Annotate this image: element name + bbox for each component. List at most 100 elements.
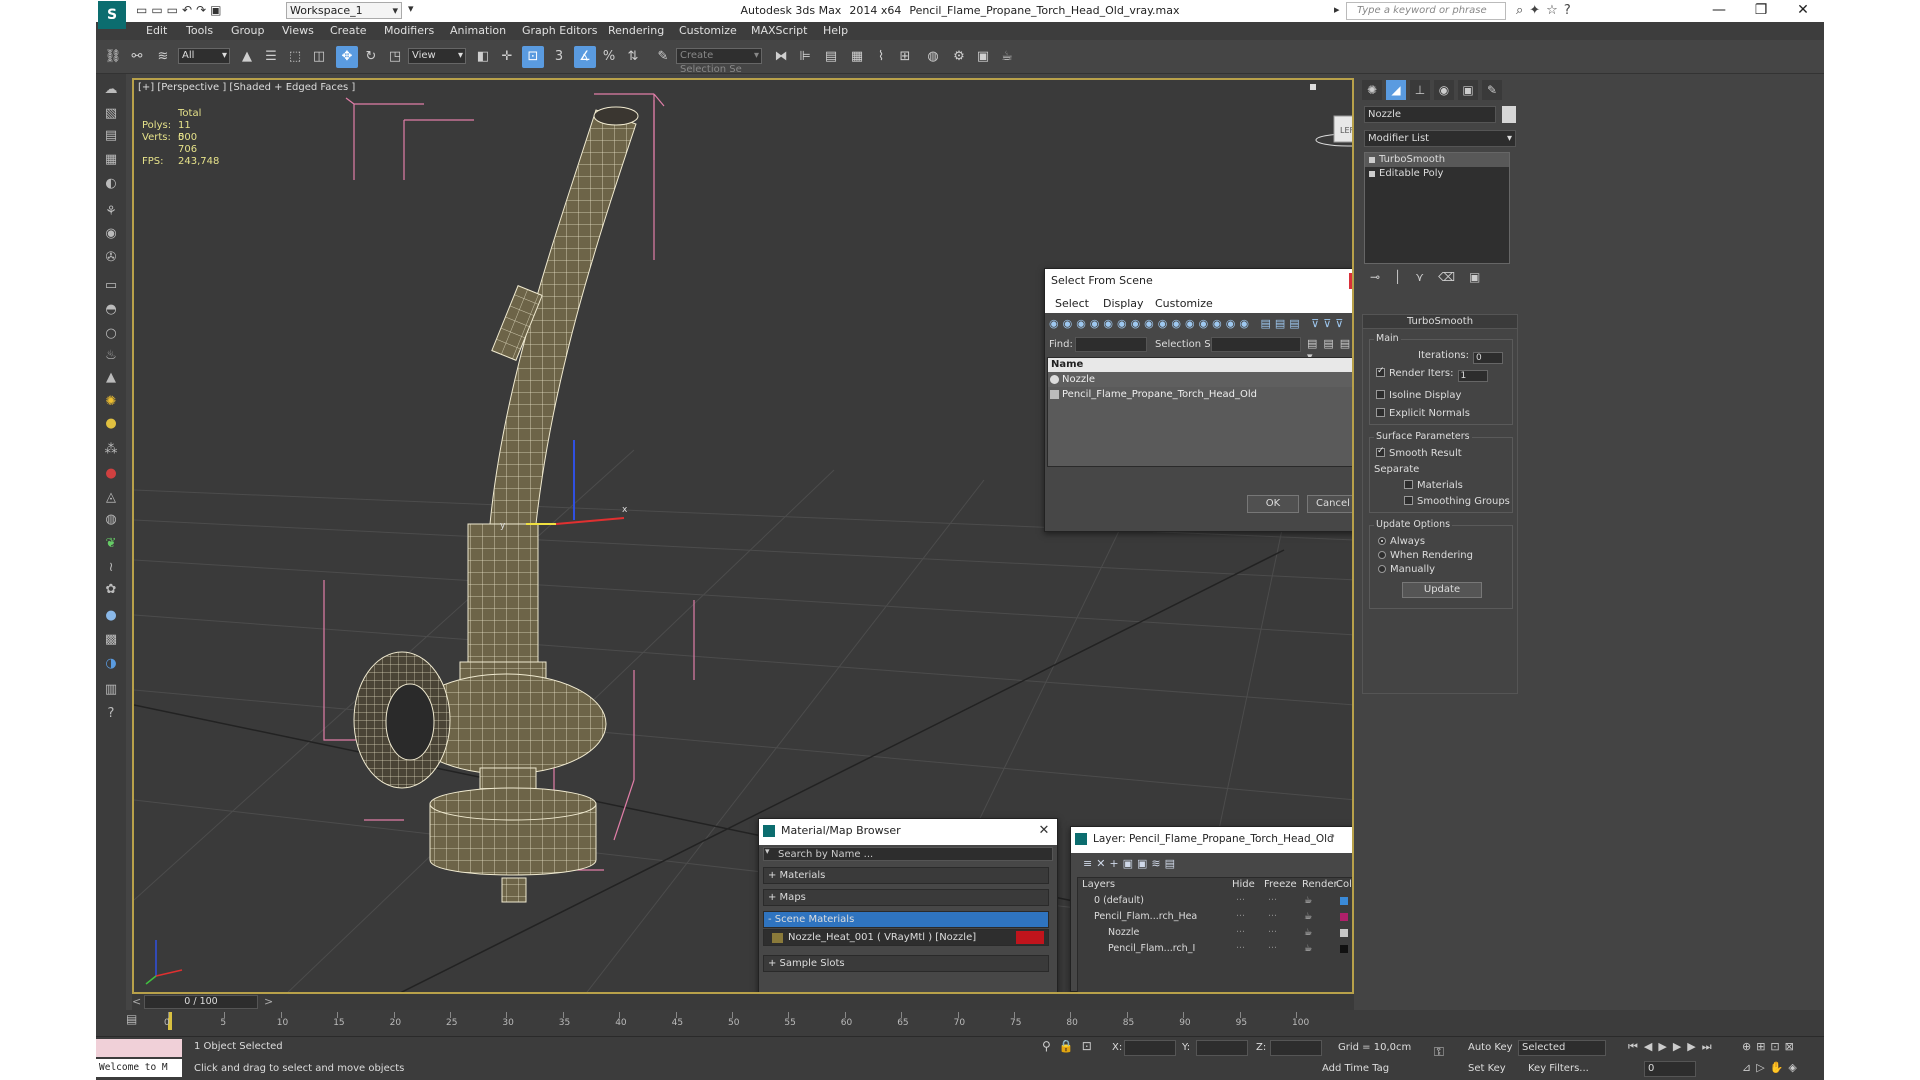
document-icon[interactable]: ▤ xyxy=(100,126,122,146)
color-col[interactable]: Color xyxy=(1336,878,1352,892)
hair-icon[interactable]: ≀ xyxy=(100,558,122,578)
foliage-icon[interactable]: ❦ xyxy=(100,534,122,554)
layer-toolbar-icons[interactable]: ≡✕+▣▣≋▤ xyxy=(1083,857,1179,870)
shader-ball-icon[interactable]: ● xyxy=(100,606,122,626)
globe-icon[interactable]: ◍ xyxy=(100,510,122,530)
select-and-rotate-icon[interactable]: ↻ xyxy=(360,46,382,68)
iterations-spinner[interactable]: 0 xyxy=(1473,352,1503,364)
menu-select[interactable]: Select xyxy=(1055,297,1089,310)
selection-set-dropdown[interactable] xyxy=(1211,337,1301,352)
sphere-primitive-icon[interactable]: ○ xyxy=(100,324,122,344)
render-setup-icon[interactable]: ⚙ xyxy=(948,46,970,68)
bind-spacewarp-icon[interactable]: ≋ xyxy=(152,46,174,68)
set-key-icon[interactable]: ⚿ xyxy=(1434,1045,1444,1060)
menu-customize[interactable]: Customize xyxy=(679,24,737,37)
named-selection-sets-dropdown[interactable]: Create Selection Se xyxy=(676,48,762,75)
smoothing-groups-checkbox[interactable]: Smoothing Groups xyxy=(1404,496,1510,507)
material-editor-icon[interactable]: ◍ xyxy=(922,46,944,68)
table-row[interactable]: 0 (default) ··· ··· ☕ xyxy=(1078,894,1352,908)
render-teapot-icon[interactable]: ☕ xyxy=(1304,910,1313,924)
menu-modifiers[interactable]: Modifiers xyxy=(384,24,434,37)
list-item[interactable]: Pencil_Flame_Propane_Torch_Head_Old xyxy=(1048,387,1352,402)
menu-rendering[interactable]: Rendering xyxy=(608,24,664,37)
mesh-tool-icon[interactable]: ◬ xyxy=(100,488,122,508)
light-bulb-icon[interactable]: ◐ xyxy=(100,174,122,194)
maximize-icon[interactable]: ❐ xyxy=(1740,0,1782,22)
manually-radio[interactable]: Manually xyxy=(1378,564,1435,575)
list-item[interactable]: Nozzle xyxy=(1048,372,1352,387)
snaps-toggle-icon[interactable]: 3 xyxy=(548,46,570,68)
torch-model[interactable] xyxy=(353,106,639,903)
name-column-header[interactable]: Name xyxy=(1048,358,1352,372)
utilities-tab-icon[interactable]: ✎ xyxy=(1482,80,1502,100)
menu-group[interactable]: Group xyxy=(231,24,265,37)
help-icon[interactable]: ? xyxy=(1329,832,1335,845)
help-circle-icon[interactable]: ? xyxy=(100,704,122,724)
camera-icon[interactable]: ✇ xyxy=(100,248,122,268)
close-icon[interactable]: ✕ xyxy=(1782,0,1824,22)
time-slider[interactable]: 0 / 100 xyxy=(144,995,258,1009)
viewcube[interactable]: LEFT xyxy=(1310,84,1354,147)
key-mode-dropdown[interactable]: Selected xyxy=(1518,1040,1606,1056)
set-key-button[interactable]: Set Key xyxy=(1468,1063,1506,1074)
motion-tab-icon[interactable]: ◉ xyxy=(1434,80,1454,100)
next-frame-icon[interactable]: > xyxy=(264,995,273,1008)
menu-edit[interactable]: Edit xyxy=(146,24,167,37)
y-coordinate-field[interactable] xyxy=(1196,1040,1248,1056)
stack-buttons[interactable]: ⊸│⋎⌫▣ xyxy=(1364,270,1516,290)
search-arrow-icon[interactable]: ▸ xyxy=(1334,3,1340,16)
current-frame-field[interactable]: 0 xyxy=(1644,1061,1696,1077)
render-iters-row[interactable]: Render Iters:1 xyxy=(1376,366,1488,382)
render-teapot-icon[interactable]: ☕ xyxy=(1304,926,1313,940)
table-row[interactable]: Pencil_Flam...rch_I ··· ··· ☕ xyxy=(1078,942,1352,956)
render-iters-spinner[interactable]: 1 xyxy=(1457,370,1488,382)
spinner-snap-icon[interactable]: ⇅ xyxy=(622,46,644,68)
sample-slots-group[interactable]: + Sample Slots xyxy=(763,955,1049,972)
explicit-normals-checkbox[interactable]: Explicit Normals xyxy=(1376,408,1470,419)
vray-icon[interactable]: ◑ xyxy=(100,654,122,674)
layer-table[interactable]: Layers Hide Freeze Render Color 0 (defau… xyxy=(1077,877,1352,992)
hide-col[interactable]: Hide xyxy=(1232,878,1255,892)
schematic-view-icon[interactable]: ⊞ xyxy=(894,46,916,68)
menu-create[interactable]: Create xyxy=(330,24,367,37)
viewport-nav-icons-2[interactable]: ⊿▷✋◈ xyxy=(1742,1061,1802,1074)
object-name-field[interactable]: Nozzle xyxy=(1364,106,1496,123)
playback-controls[interactable]: ⏮◀▶▶▶⏭ xyxy=(1628,1040,1718,1054)
update-button[interactable]: Update xyxy=(1402,582,1482,598)
close-icon[interactable]: ✕ xyxy=(1349,273,1352,289)
materials-checkbox[interactable]: Materials xyxy=(1404,480,1463,491)
stack-item-editable-poly[interactable]: Editable Poly xyxy=(1365,167,1509,181)
percent-snap-icon[interactable]: % xyxy=(598,46,620,68)
link-icon[interactable]: ⛓ xyxy=(102,46,124,68)
always-radio[interactable]: Always xyxy=(1378,536,1425,547)
add-time-tag[interactable]: Add Time Tag xyxy=(1322,1063,1389,1074)
layer-color-swatch[interactable] xyxy=(1340,913,1348,921)
modifier-stack[interactable]: TurboSmooth Editable Poly xyxy=(1364,152,1510,264)
prev-frame-icon[interactable]: < xyxy=(132,995,141,1008)
pivot-center-icon[interactable]: ◧ xyxy=(472,46,494,68)
layer-manager-icon[interactable]: ▤ xyxy=(820,46,842,68)
layer-color-swatch[interactable] xyxy=(1340,945,1348,953)
mirror-icon[interactable]: ⧓ xyxy=(770,46,792,68)
perspective-viewport[interactable]: [+] [Perspective ] [Shaded + Edged Faces… xyxy=(132,78,1354,994)
rollout-title[interactable]: TurboSmooth xyxy=(1363,315,1517,329)
app-logo-icon[interactable]: S xyxy=(98,1,126,29)
menu-graph-editors[interactable]: Graph Editors xyxy=(522,24,598,37)
helper-icon[interactable]: ⚘ xyxy=(100,202,122,222)
menu-display[interactable]: Display xyxy=(1103,297,1144,310)
stack-item-turbosmooth[interactable]: TurboSmooth xyxy=(1365,153,1509,167)
photo-icon[interactable]: ▧ xyxy=(100,104,122,124)
table-row[interactable]: Pencil_Flam...rch_Hea ··· ··· ☕ xyxy=(1078,910,1352,924)
angle-snap-icon[interactable]: ∡ xyxy=(574,46,596,68)
render-region-icon[interactable]: ▩ xyxy=(100,630,122,650)
material-item[interactable]: Nozzle_Heat_001 ( VRayMtl ) [Nozzle] xyxy=(763,929,1049,946)
align-icon[interactable]: ⊫ xyxy=(794,46,816,68)
create-icon[interactable]: ☁ xyxy=(100,80,122,100)
keyword-search-input[interactable]: Type a keyword or phrase xyxy=(1346,2,1506,20)
menu-views[interactable]: Views xyxy=(282,24,314,37)
mini-curve-editor-icon[interactable]: ▤ xyxy=(126,1012,137,1026)
layer-color-swatch[interactable] xyxy=(1340,929,1348,937)
table-row[interactable]: Nozzle ··· ··· ☕ xyxy=(1078,926,1352,940)
selection-filter-dropdown[interactable]: All xyxy=(178,48,230,64)
maps-group[interactable]: + Maps xyxy=(763,889,1049,906)
